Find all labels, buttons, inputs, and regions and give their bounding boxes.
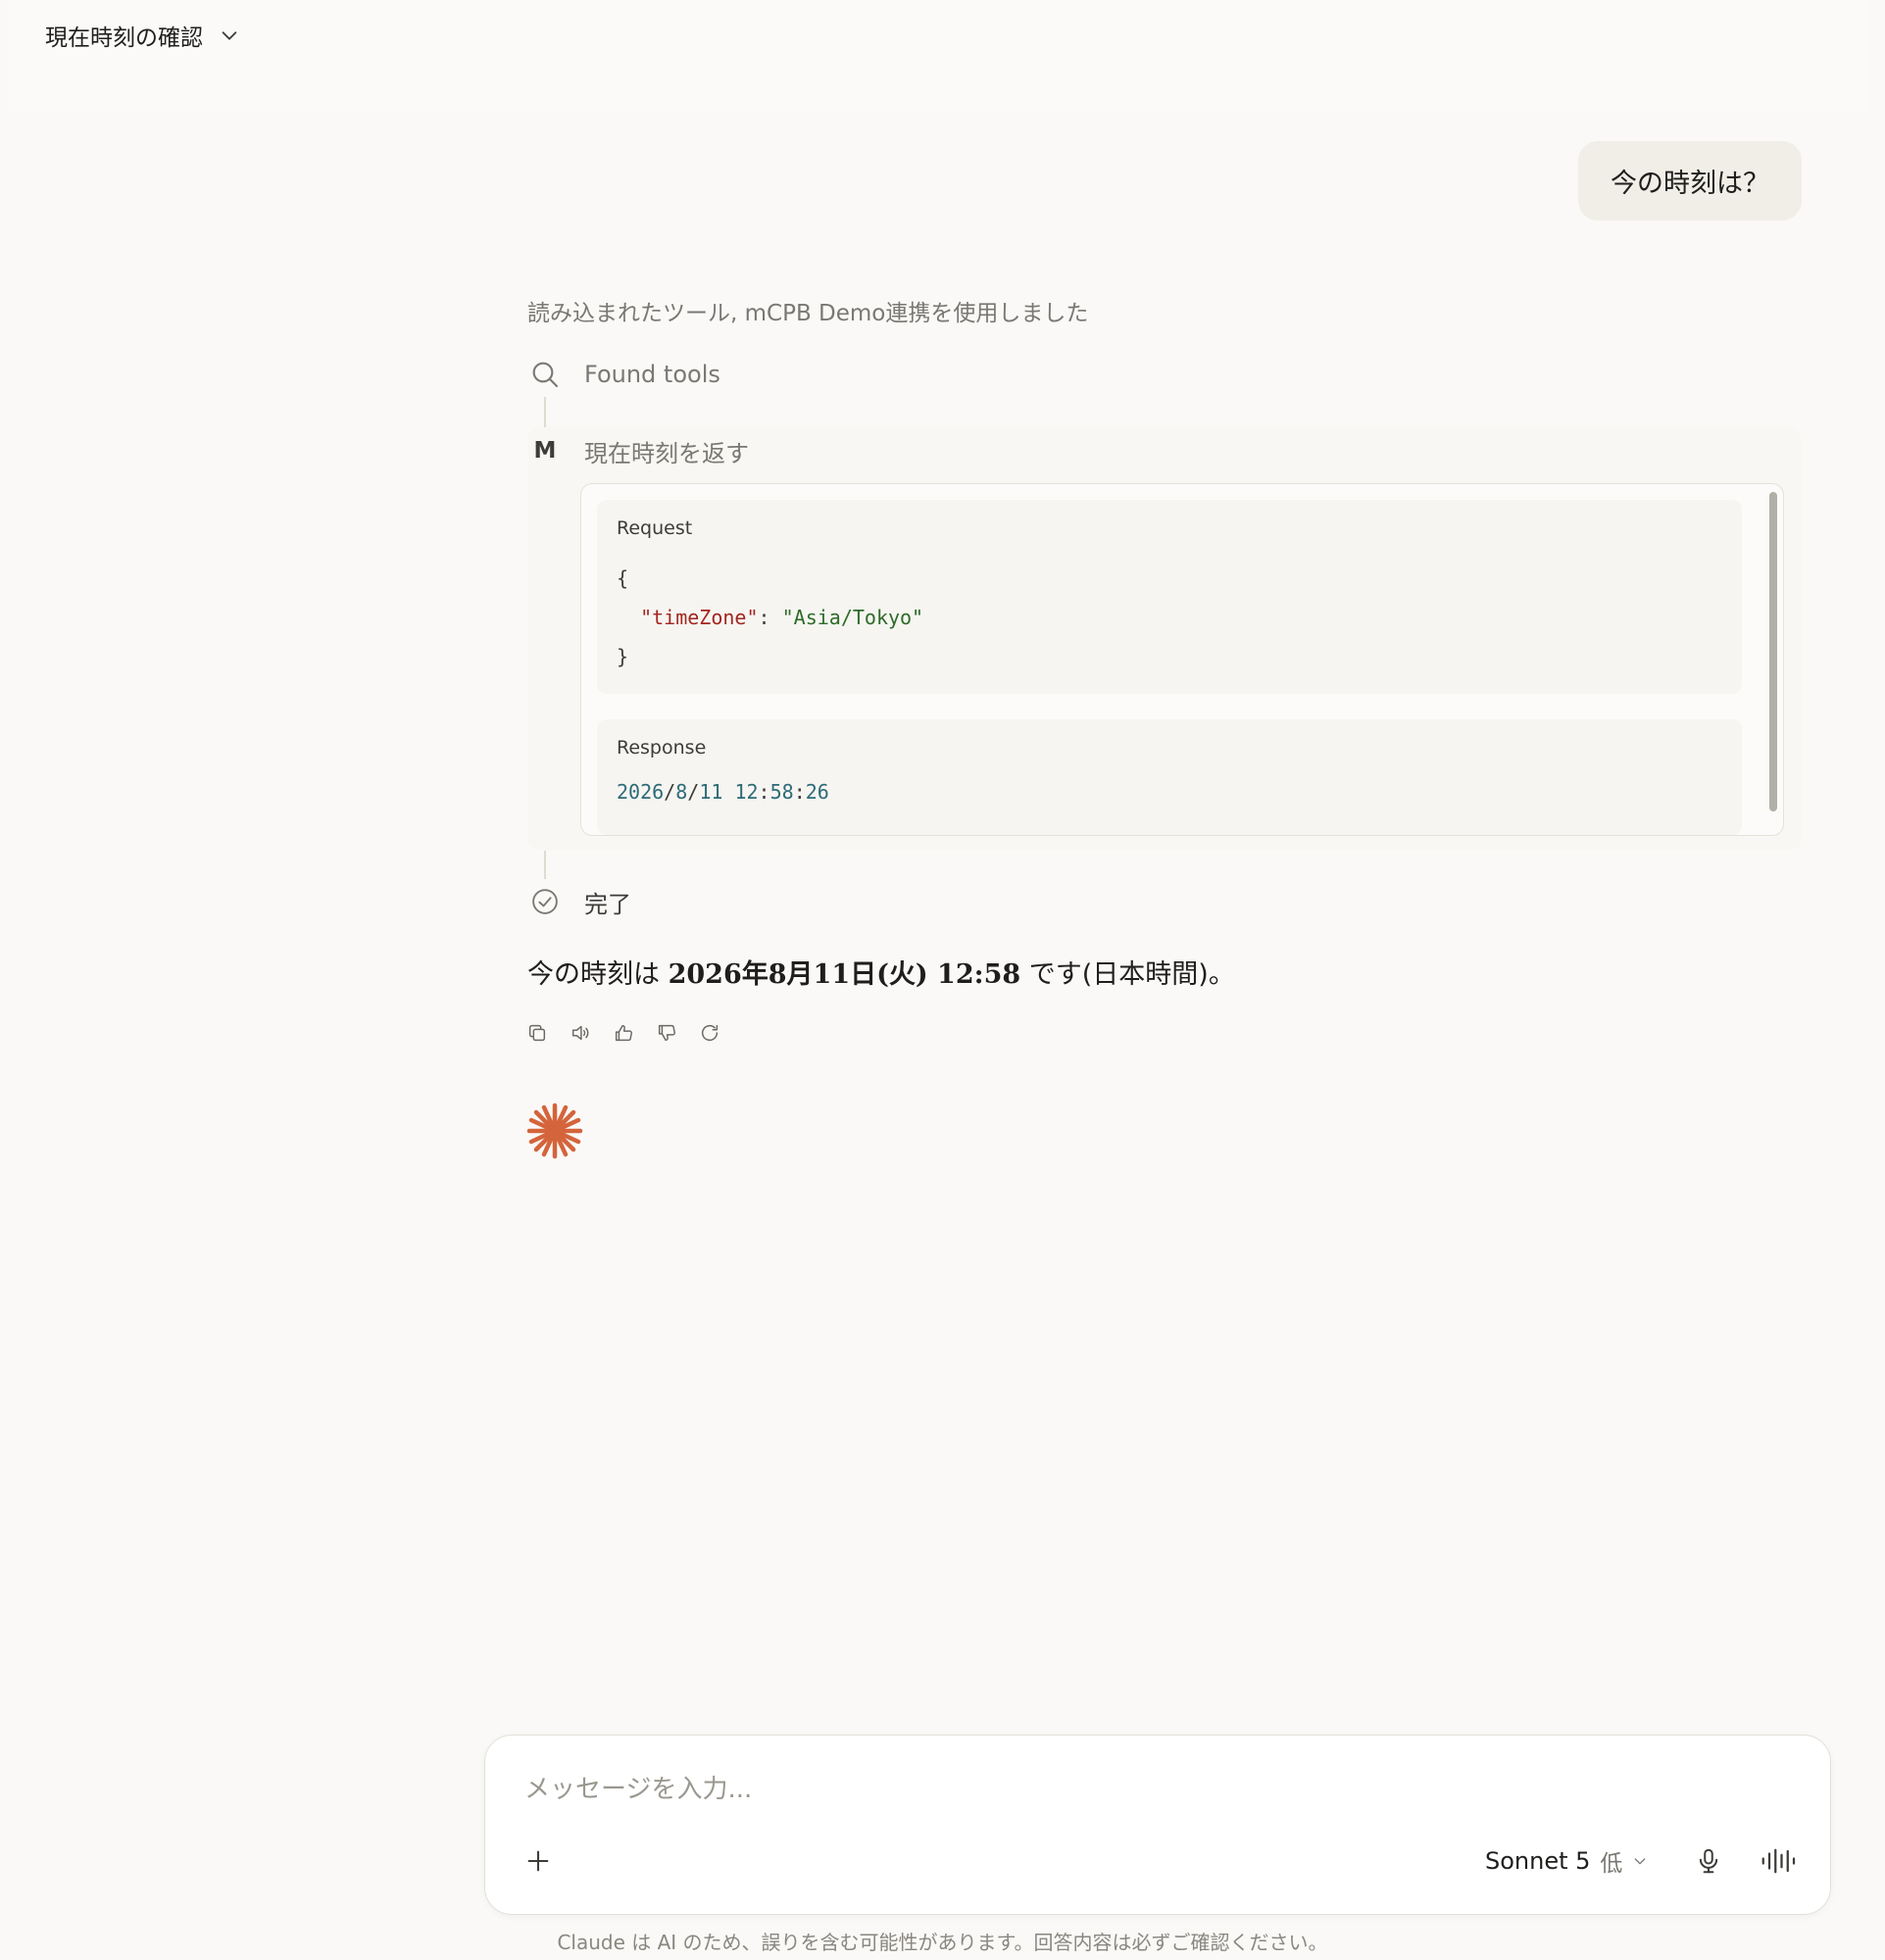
thumbs-down-icon (658, 1024, 675, 1042)
waveform-icon (1761, 1848, 1796, 1874)
step-tool-call-label: 現在時刻を返す (584, 439, 749, 467)
step-done-label: 完了 (584, 890, 631, 918)
add-attachment-button[interactable] (521, 1843, 556, 1879)
thumbs-up-icon (615, 1024, 632, 1042)
refresh-icon (701, 1024, 719, 1042)
step-done: 完了 (527, 884, 631, 919)
response-section: Response 2026/8/11 12:58:26 (597, 719, 1742, 835)
thumbs-down-button[interactable] (655, 1021, 678, 1045)
check-circle-icon (532, 889, 558, 914)
dictation-button[interactable] (1689, 1841, 1728, 1881)
voice-mode-button[interactable] (1756, 1841, 1803, 1881)
message-input[interactable] (522, 1767, 1791, 1812)
tool-io-panel[interactable]: Request { "timeZone": "Asia/Tokyo" } Res… (580, 483, 1784, 836)
disclaimer: Claude は AI のため、誤りを含む可能性があります。回答内容は必ずご確認… (557, 1931, 1328, 1954)
plus-icon (527, 1850, 549, 1872)
microphone-icon (1699, 1848, 1718, 1874)
user-message: 今の時刻は？ (1578, 141, 1802, 220)
user-message-text: 今の時刻は？ (1611, 169, 1769, 199)
thumbs-up-button[interactable] (612, 1021, 635, 1045)
chat-page: 現在時刻の確認 今の時刻は？ 読み込まれたツール, mCPB Demo連携を使用… (0, 0, 1885, 1960)
copy-button[interactable] (525, 1021, 549, 1045)
model-selector[interactable]: Sonnet 5 低 (1485, 1843, 1648, 1879)
response-code: 2026/8/11 12:58:26 (617, 780, 829, 804)
step-tool-call[interactable]: M 現在時刻を返す (527, 433, 749, 468)
request-section: Request { "timeZone": "Asia/Tokyo" } (597, 500, 1742, 694)
effort-level: 低 (1600, 1851, 1623, 1877)
header: 現在時刻の確認 (8, 0, 1870, 113)
response-label: Response (617, 737, 707, 759)
message-actions (525, 1021, 721, 1045)
json-key: "timeZone" (640, 606, 759, 629)
model-name: Sonnet 5 (1485, 1847, 1591, 1875)
chevron-down-icon (222, 31, 237, 40)
request-code: { "timeZone": "Asia/Tokyo" } (617, 566, 924, 668)
retry-button[interactable] (698, 1021, 721, 1045)
assistant-answer: 今の時刻は 2026年8月11日(火) 12:58 です(日本時間)。 (527, 959, 1235, 990)
step-found-tools-label: Found tools (584, 361, 720, 388)
tool-summary-toggle[interactable]: 読み込まれたツール, mCPB Demo連携を使用しました (527, 294, 1088, 327)
request-label: Request (617, 517, 693, 539)
search-icon (532, 362, 559, 388)
step-found-tools[interactable]: Found tools (527, 357, 720, 392)
tool-badge-icon: M (533, 438, 557, 464)
copy-icon (528, 1024, 546, 1042)
conversation-title-button[interactable]: 現在時刻の確認 (45, 16, 240, 55)
answer-time: 2026年8月11日(火) 12:58 (668, 959, 1021, 990)
message-composer: Sonnet 5 低 (484, 1735, 1831, 1915)
json-value: "Asia/Tokyo" (781, 606, 924, 629)
claude-spark-icon (526, 1102, 583, 1159)
speaker-icon (571, 1025, 589, 1041)
io-scrollbar[interactable] (1769, 492, 1777, 811)
read-aloud-button[interactable] (569, 1021, 592, 1045)
chevron-down-icon (1635, 1858, 1646, 1865)
conversation-title: 現在時刻の確認 (45, 25, 203, 51)
